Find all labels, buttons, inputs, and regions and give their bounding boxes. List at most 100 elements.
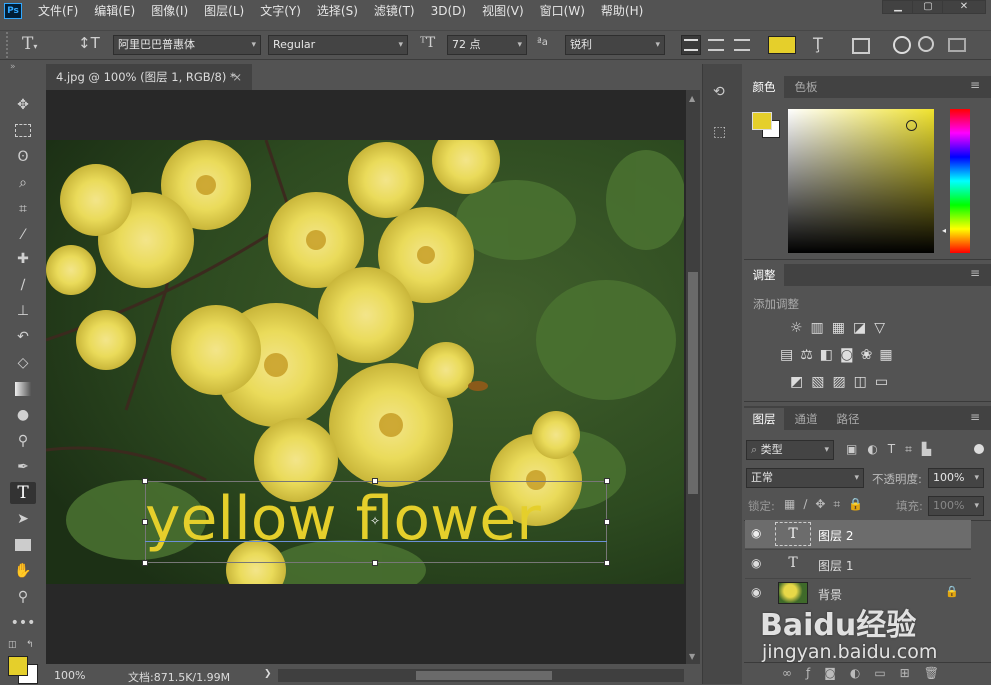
- layer-filter-select[interactable]: ⌕ 类型 ▾: [746, 440, 834, 460]
- panel-foreground-swatch[interactable]: [752, 112, 772, 130]
- horizontal-scrollbar-thumb[interactable]: [416, 671, 552, 680]
- adjustments-menu-icon[interactable]: ≡: [970, 266, 984, 282]
- layer-row[interactable]: ◉ T 图层 1: [745, 549, 971, 577]
- gradient-tool-icon[interactable]: [10, 378, 36, 400]
- layer-name[interactable]: 图层 1: [818, 557, 853, 574]
- tab-paths[interactable]: 路径: [828, 408, 868, 430]
- commit-search-icon[interactable]: [918, 36, 934, 52]
- transform-handle[interactable]: [142, 478, 148, 484]
- type-tool-icon[interactable]: T: [10, 482, 36, 504]
- blur-tool-icon[interactable]: ●: [10, 404, 36, 426]
- dodge-tool-icon[interactable]: ⚲: [10, 430, 36, 452]
- tab-color[interactable]: 颜色: [744, 76, 784, 98]
- menu-filter[interactable]: 滤镜(T): [366, 0, 423, 22]
- tab-layers[interactable]: 图层: [744, 408, 784, 430]
- crop-tool-icon[interactable]: ⌗: [10, 198, 36, 220]
- clone-stamp-tool-icon[interactable]: ⊥: [10, 300, 36, 322]
- transform-handle[interactable]: [142, 519, 148, 525]
- marquee-tool-icon[interactable]: [10, 120, 36, 142]
- quick-select-tool-icon[interactable]: ⌕: [10, 172, 36, 194]
- menu-3d[interactable]: 3D(D): [423, 0, 474, 22]
- transform-handle[interactable]: [604, 560, 610, 566]
- hue-slider[interactable]: [950, 109, 970, 253]
- hue-slider-handle[interactable]: ◂: [942, 226, 950, 235]
- visibility-eye-icon[interactable]: ◉: [751, 556, 761, 570]
- menu-file[interactable]: 文件(F): [30, 0, 86, 22]
- transform-handle[interactable]: [372, 560, 378, 566]
- menu-select[interactable]: 选择(S): [309, 0, 366, 22]
- toggle-orientation-icon[interactable]: ↕T: [78, 34, 100, 56]
- 3d-panel-icon[interactable]: ⬚: [713, 124, 733, 144]
- minimize-button[interactable]: ▁: [882, 0, 914, 14]
- zoom-level[interactable]: 100%: [54, 669, 85, 682]
- eraser-tool-icon[interactable]: ◇: [10, 352, 36, 374]
- history-brush-tool-icon[interactable]: ↶: [10, 326, 36, 348]
- more-tools-icon[interactable]: •••: [10, 612, 36, 634]
- blend-mode-select[interactable]: 正常 ▾: [746, 468, 864, 488]
- tab-swatches[interactable]: 色板: [786, 76, 826, 98]
- rectangle-tool-icon[interactable]: [10, 534, 36, 556]
- transform-handle[interactable]: [372, 478, 378, 484]
- swap-colors-icon[interactable]: ↰: [26, 640, 36, 650]
- transform-handle[interactable]: [604, 478, 610, 484]
- maximize-button[interactable]: ▢: [912, 0, 944, 14]
- font-style-select[interactable]: Regular ▾: [268, 35, 408, 55]
- opacity-input[interactable]: 100% ▾: [928, 468, 984, 488]
- visibility-eye-icon[interactable]: ◉: [751, 526, 761, 540]
- reference-point-icon[interactable]: ✧: [368, 514, 382, 528]
- menu-type[interactable]: 文字(Y): [252, 0, 309, 22]
- close-button[interactable]: ✕: [942, 0, 986, 14]
- history-panel-icon[interactable]: ⟲: [713, 84, 733, 104]
- collapse-toolbar-icon[interactable]: »: [10, 62, 30, 72]
- brush-tool-icon[interactable]: ∕: [10, 274, 36, 296]
- character-panel-icon[interactable]: [852, 38, 870, 54]
- transform-handle[interactable]: [142, 560, 148, 566]
- font-size-select[interactable]: 72 点 ▾: [447, 35, 527, 55]
- align-right-icon[interactable]: [734, 39, 750, 51]
- layer-action-icons[interactable]: ∞ƒ◙◐▭⊞🗑: [782, 666, 953, 680]
- tab-channels[interactable]: 通道: [786, 408, 826, 430]
- text-color-swatch[interactable]: [768, 36, 796, 54]
- vertical-scrollbar-thumb[interactable]: [688, 272, 698, 494]
- filter-toggle[interactable]: [974, 444, 984, 454]
- cancel-icon[interactable]: [893, 36, 911, 54]
- lasso-tool-icon[interactable]: ʘ: [10, 146, 36, 168]
- grip-handle[interactable]: [6, 32, 10, 58]
- healing-brush-tool-icon[interactable]: ✚: [10, 248, 36, 270]
- 3d-icon[interactable]: [948, 38, 966, 52]
- type-tool-preset-icon[interactable]: T▾: [22, 34, 58, 56]
- hand-tool-icon[interactable]: ✋: [10, 560, 36, 582]
- pen-tool-icon[interactable]: ✒: [10, 456, 36, 478]
- lock-icons[interactable]: ▦∕✥⌗🔒: [784, 497, 871, 512]
- menu-image[interactable]: 图像(I): [143, 0, 196, 22]
- scroll-up-icon[interactable]: ▲: [689, 94, 697, 103]
- panel-menu-icon[interactable]: ≡: [970, 78, 984, 94]
- menu-view[interactable]: 视图(V): [474, 0, 532, 22]
- menu-window[interactable]: 窗口(W): [532, 0, 593, 22]
- tab-adjustments[interactable]: 调整: [744, 264, 784, 286]
- warp-text-icon[interactable]: Ţ: [813, 34, 833, 56]
- move-tool-icon[interactable]: ✥: [10, 94, 36, 116]
- fill-input[interactable]: 100% ▾: [928, 496, 984, 516]
- zoom-tool-icon[interactable]: ⚲: [10, 586, 36, 608]
- layers-menu-icon[interactable]: ≡: [970, 410, 984, 426]
- document-tab[interactable]: 4.jpg @ 100% (图层 1, RGB/8) * ×: [46, 64, 252, 90]
- font-family-select[interactable]: 阿里巴巴普惠体 ▾: [113, 35, 261, 55]
- layer-name[interactable]: 图层 2: [818, 527, 853, 544]
- menu-edit[interactable]: 编辑(E): [86, 0, 143, 22]
- align-center-icon[interactable]: [708, 39, 724, 51]
- layer-filter-icons[interactable]: ▣◐T⌗▙: [846, 442, 941, 457]
- layer-row-selected[interactable]: ◉ T 图层 2: [745, 520, 971, 548]
- menu-help[interactable]: 帮助(H): [593, 0, 651, 22]
- visibility-eye-icon[interactable]: ◉: [751, 585, 761, 599]
- path-select-tool-icon[interactable]: ➤: [10, 508, 36, 530]
- eyedropper-tool-icon[interactable]: ⁄: [10, 224, 36, 246]
- color-picker-cursor[interactable]: [906, 120, 917, 131]
- scroll-down-icon[interactable]: ▼: [689, 652, 697, 661]
- antialias-select[interactable]: 锐利 ▾: [565, 35, 665, 55]
- status-arrow-icon[interactable]: ❯: [264, 669, 272, 679]
- menu-layer[interactable]: 图层(L): [196, 0, 252, 22]
- adjustment-icons-row-3[interactable]: ◩▧▨◫▭: [790, 374, 896, 390]
- adjustment-icons-row-1[interactable]: ☼▥▦◪▽: [790, 320, 893, 336]
- adjustment-icons-row-2[interactable]: ▤⚖◧◙❀▦: [780, 347, 900, 363]
